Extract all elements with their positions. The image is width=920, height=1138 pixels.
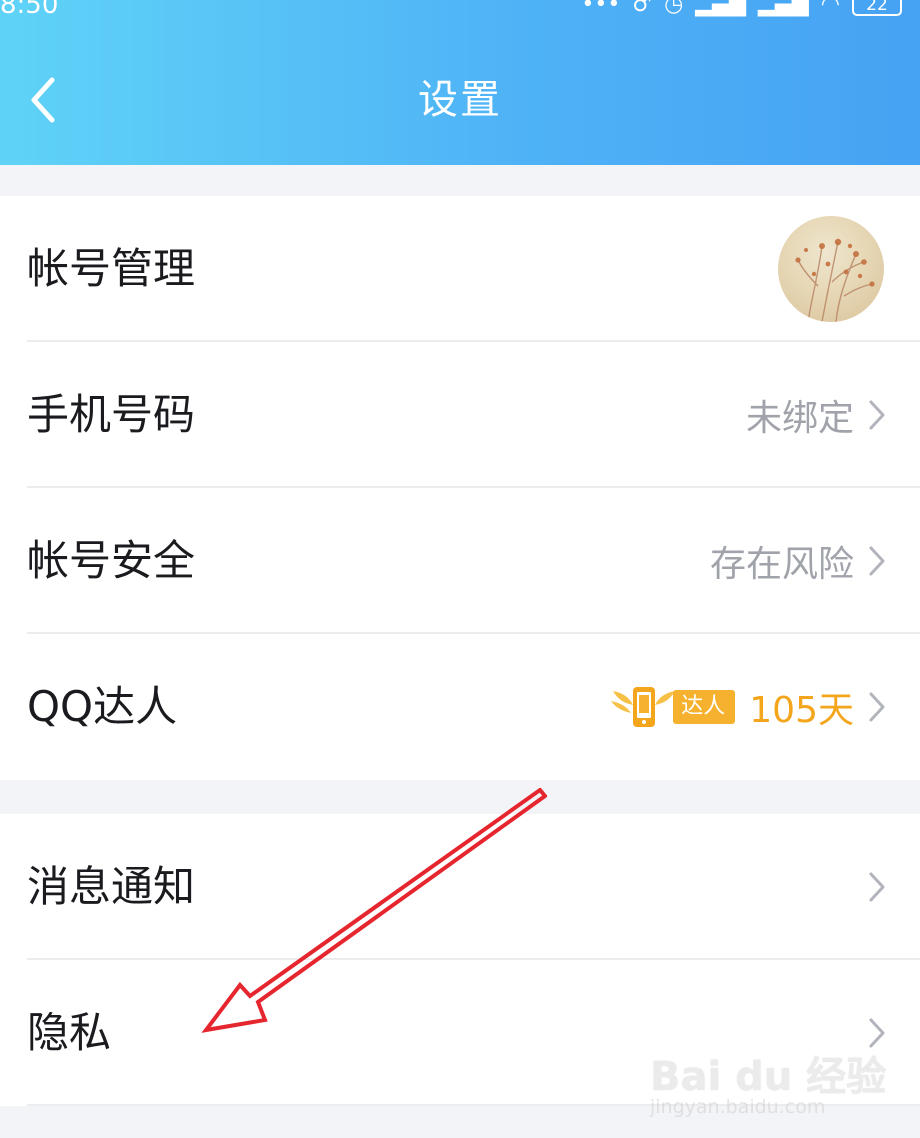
title-bar: 8:50 ••• ♂ ◷ ▂▄▆ ▂▄▆ ◠ 22 设置 xyxy=(0,0,920,165)
chevron-right-icon xyxy=(869,872,885,902)
status-bar: 8:50 ••• ♂ ◷ ▂▄▆ ▂▄▆ ◠ 22 xyxy=(0,0,920,24)
row-value: 未绑定 xyxy=(745,398,854,439)
signal-icon: ▂▄▆ xyxy=(758,0,809,17)
battery-indicator: 22 xyxy=(852,0,902,16)
watermark-brand: Bai du 经验 xyxy=(650,1054,887,1100)
badge-label: 达人 xyxy=(673,690,736,724)
row-account-management[interactable]: 帐号管理 xyxy=(0,196,920,342)
watermark: Bai du 经验 jingyan.baidu.com xyxy=(650,1038,890,1128)
wifi-icon: ◠ xyxy=(820,0,840,17)
watermark-url: jingyan.baidu.com xyxy=(650,1096,826,1118)
talent-badge: 达人 xyxy=(609,679,736,735)
status-time: 8:50 xyxy=(0,0,59,20)
row-phone-number[interactable]: 手机号码 未绑定 xyxy=(0,342,920,488)
signal-icon: ▂▄▆ xyxy=(695,0,747,17)
alarm-icon: ♂ xyxy=(632,0,653,17)
more-dots-icon: ••• xyxy=(581,0,621,17)
chevron-right-icon xyxy=(869,400,885,430)
row-label: 消息通知 xyxy=(27,862,196,911)
avatar xyxy=(778,216,884,322)
clock-icon: ◷ xyxy=(664,0,684,17)
settings-group-account: 帐号管理 手机号码 未绑定 帐号安全 存在风险 QQ达人 达人 105天 xyxy=(0,196,920,780)
chevron-right-icon xyxy=(869,546,885,576)
row-label: QQ达人 xyxy=(27,682,178,731)
row-value: 105天 xyxy=(749,690,854,731)
row-value: 存在风险 xyxy=(709,544,854,585)
chevron-right-icon xyxy=(869,692,885,722)
row-label: 帐号管理 xyxy=(27,244,196,293)
row-label: 手机号码 xyxy=(27,390,196,439)
row-notifications[interactable]: 消息通知 xyxy=(0,814,920,960)
row-account-security[interactable]: 帐号安全 存在风险 xyxy=(0,488,920,634)
row-qq-talent[interactable]: QQ达人 达人 105天 xyxy=(0,634,920,780)
status-icons: ••• ♂ ◷ ▂▄▆ ▂▄▆ ◠ 22 xyxy=(581,0,902,20)
row-label: 帐号安全 xyxy=(27,536,196,585)
winged-phone-icon xyxy=(611,687,676,727)
row-label: 隐私 xyxy=(27,1008,112,1057)
page-title: 设置 xyxy=(418,77,502,123)
